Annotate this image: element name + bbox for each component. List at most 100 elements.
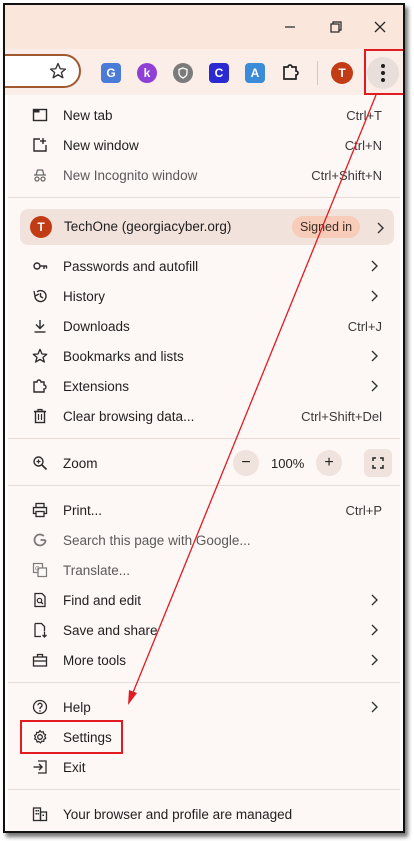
menu-divider bbox=[8, 682, 400, 683]
chevron-right-icon bbox=[370, 290, 378, 302]
chevron-right-icon bbox=[370, 624, 378, 636]
save-page-icon bbox=[32, 622, 48, 638]
signed-in-badge: Signed in bbox=[292, 216, 361, 238]
puzzle-icon bbox=[32, 378, 48, 394]
toolbar: G k C A T bbox=[5, 49, 403, 95]
menu-item-passwords[interactable]: Passwords and autofill bbox=[8, 251, 400, 281]
toolbar-divider bbox=[317, 61, 318, 85]
find-page-icon bbox=[32, 592, 48, 608]
menu-item-print[interactable]: Print... Ctrl+P bbox=[8, 495, 400, 525]
profile-label: TechOne (georgiacyber.org) bbox=[64, 219, 232, 234]
menu-label: Print... bbox=[63, 502, 103, 518]
menu-item-profile[interactable]: T TechOne (georgiacyber.org) Signed in bbox=[20, 209, 394, 245]
menu-item-new-window[interactable]: New window Ctrl+N bbox=[8, 130, 400, 160]
close-icon[interactable] bbox=[365, 13, 395, 41]
download-icon bbox=[32, 318, 48, 334]
new-window-icon bbox=[32, 137, 48, 153]
menu-item-more-tools[interactable]: More tools bbox=[8, 645, 400, 675]
chevron-right-icon bbox=[370, 654, 378, 666]
zoom-level: 100% bbox=[271, 455, 305, 471]
google-icon bbox=[32, 532, 48, 548]
chevron-right-icon bbox=[370, 594, 378, 606]
menu-label: Your browser and profile are managed bbox=[63, 806, 293, 822]
chevron-right-icon bbox=[370, 260, 378, 272]
star-outline-icon bbox=[32, 348, 48, 364]
k-extension-icon[interactable]: k bbox=[137, 63, 157, 83]
settings-highlight-box bbox=[20, 720, 123, 754]
menu-item-new-incognito[interactable]: New Incognito window Ctrl+Shift+N bbox=[8, 160, 400, 190]
translate-a-extension-icon[interactable]: A bbox=[245, 63, 265, 83]
minimize-icon[interactable] bbox=[275, 13, 305, 41]
menu-label: Bookmarks and lists bbox=[63, 348, 184, 364]
kebab-highlight-box bbox=[364, 49, 403, 95]
browser-window: G k C A T New tab Ctrl+T New window Ctrl… bbox=[3, 3, 405, 833]
menu-item-new-tab[interactable]: New tab Ctrl+T bbox=[8, 100, 400, 130]
menu-item-downloads[interactable]: Downloads Ctrl+J bbox=[8, 311, 400, 341]
zoom-icon bbox=[32, 455, 48, 471]
exit-icon bbox=[32, 759, 48, 775]
menu-label: Passwords and autofill bbox=[63, 258, 199, 274]
new-tab-icon bbox=[32, 107, 48, 123]
fullscreen-icon[interactable] bbox=[364, 449, 392, 477]
menu-item-exit[interactable]: Exit bbox=[8, 752, 400, 782]
menu-label: Find and edit bbox=[63, 592, 142, 608]
menu-label: New window bbox=[63, 137, 139, 153]
menu-shortcut: Ctrl+Shift+Del bbox=[301, 408, 382, 424]
shield-extension-icon[interactable] bbox=[173, 63, 193, 83]
printer-icon bbox=[32, 502, 48, 518]
toolbox-icon bbox=[32, 652, 48, 668]
puzzle-icon[interactable] bbox=[281, 62, 301, 87]
menu-divider bbox=[8, 789, 400, 790]
translate-extension-icon[interactable]: G bbox=[101, 63, 121, 83]
chevron-right-icon bbox=[370, 701, 378, 713]
menu-shortcut: Ctrl+Shift+N bbox=[311, 167, 382, 183]
menu-label: History bbox=[63, 288, 106, 304]
menu-item-find-edit[interactable]: Find and edit bbox=[8, 585, 400, 615]
menu-shortcut: Ctrl+N bbox=[344, 137, 382, 153]
star-icon[interactable] bbox=[49, 62, 67, 80]
menu-label: Translate... bbox=[63, 562, 131, 578]
menu-item-zoom: Zoom − 100% + bbox=[8, 448, 400, 478]
chevron-right-icon bbox=[370, 350, 378, 362]
history-icon bbox=[32, 288, 48, 304]
title-bar bbox=[5, 5, 403, 49]
menu-label: Zoom bbox=[63, 455, 98, 471]
menu-item-managed[interactable]: Your browser and profile are managed bbox=[8, 799, 400, 829]
address-bar[interactable] bbox=[5, 54, 81, 88]
chevron-right-icon bbox=[370, 380, 378, 392]
incognito-icon bbox=[32, 167, 48, 183]
svg-text:G: G bbox=[35, 566, 40, 573]
menu-label: Exit bbox=[63, 759, 86, 775]
menu-item-search-google[interactable]: Search this page with Google... bbox=[8, 525, 400, 555]
menu-label: Clear browsing data... bbox=[63, 408, 195, 424]
menu-item-translate[interactable]: G Translate... bbox=[8, 555, 400, 585]
help-icon bbox=[32, 699, 48, 715]
menu-label: More tools bbox=[63, 652, 127, 668]
menu-label: New tab bbox=[63, 107, 113, 123]
menu-label: Extensions bbox=[63, 378, 130, 394]
menu-divider bbox=[8, 438, 400, 439]
menu-item-save-share[interactable]: Save and share bbox=[8, 615, 400, 645]
menu-divider bbox=[8, 197, 400, 198]
menu-label: Search this page with Google... bbox=[63, 532, 251, 548]
trash-icon bbox=[32, 408, 48, 424]
menu-item-bookmarks[interactable]: Bookmarks and lists bbox=[8, 341, 400, 371]
restore-icon[interactable] bbox=[321, 13, 351, 41]
menu-label: Save and share bbox=[63, 622, 158, 638]
menu-item-clear-data[interactable]: Clear browsing data... Ctrl+Shift+Del bbox=[8, 401, 400, 431]
menu-shortcut: Ctrl+J bbox=[347, 318, 382, 334]
menu-item-help[interactable]: Help bbox=[8, 692, 400, 722]
menu-item-extensions[interactable]: Extensions bbox=[8, 371, 400, 401]
building-icon bbox=[32, 806, 48, 822]
zoom-out-button[interactable]: − bbox=[233, 450, 259, 476]
menu-shortcut: Ctrl+T bbox=[346, 107, 382, 123]
menu-divider bbox=[8, 485, 400, 486]
menu-item-history[interactable]: History bbox=[8, 281, 400, 311]
c-extension-icon[interactable]: C bbox=[209, 63, 229, 83]
menu-shortcut: Ctrl+P bbox=[345, 502, 382, 518]
key-icon bbox=[32, 258, 48, 274]
avatar: T bbox=[30, 216, 52, 238]
zoom-in-button[interactable]: + bbox=[316, 450, 342, 476]
profile-avatar-button[interactable]: T bbox=[331, 62, 353, 84]
menu-label: Downloads bbox=[63, 318, 130, 334]
